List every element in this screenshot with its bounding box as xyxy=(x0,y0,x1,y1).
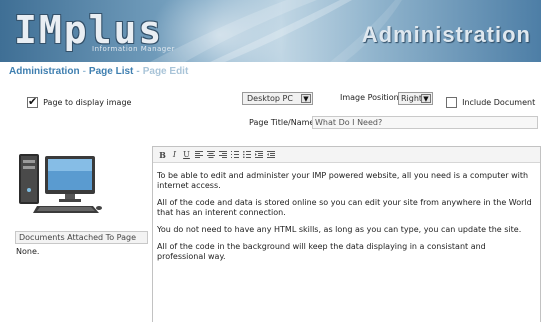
outdent-icon[interactable] xyxy=(266,150,275,160)
logo-subtitle: Information Manager xyxy=(92,45,175,53)
desktop-pc-image xyxy=(19,154,102,213)
rich-text-editor[interactable]: B I U To be able to edit and administer … xyxy=(152,146,541,322)
breadcrumb-separator: - xyxy=(136,66,140,77)
ordered-list-icon[interactable] xyxy=(230,150,239,160)
page-title-label: Page Title/Name: xyxy=(249,118,318,127)
unordered-list-icon[interactable] xyxy=(242,150,251,160)
breadcrumb: Administration - Page List - Page Edit xyxy=(9,66,188,77)
header-banner: IMplus Information Manager Administratio… xyxy=(0,0,541,62)
editor-paragraph: To be able to edit and administer your I… xyxy=(157,171,529,190)
editor-toolbar: B I U xyxy=(153,147,540,163)
indent-icon[interactable] xyxy=(254,150,263,160)
image-position-label: Image Position: xyxy=(340,93,402,102)
page-image-checkbox[interactable] xyxy=(27,95,38,108)
breadcrumb-administration[interactable]: Administration xyxy=(9,66,80,77)
page-title-input[interactable]: What Do I Need? xyxy=(312,116,538,129)
section-title: Administration xyxy=(361,22,531,47)
chevron-down-icon: ▼ xyxy=(421,94,431,103)
page-image-label: Page to display image xyxy=(43,98,132,107)
underline-icon[interactable]: U xyxy=(182,150,191,160)
breadcrumb-page-edit: Page Edit xyxy=(142,66,189,77)
editor-paragraph: You do not need to have any HTML skills,… xyxy=(157,225,522,234)
editor-paragraph: All of the code in the background will k… xyxy=(157,242,486,261)
documents-value: None. xyxy=(16,247,40,256)
image-position-value: Right xyxy=(401,94,423,103)
editor-paragraph: All of the code and data is stored onlin… xyxy=(157,198,532,217)
page-image-option: Page to display image xyxy=(27,92,131,111)
documents-header: Documents Attached To Page xyxy=(15,231,148,244)
chevron-down-icon: ▼ xyxy=(301,94,311,103)
align-center-icon[interactable] xyxy=(206,150,215,160)
breadcrumb-page-list[interactable]: Page List xyxy=(89,66,133,77)
align-left-icon[interactable] xyxy=(194,150,203,160)
editor-content[interactable]: To be able to edit and administer your I… xyxy=(153,163,540,262)
include-document-list-checkbox[interactable] xyxy=(446,97,457,108)
device-select-value: Desktop PC xyxy=(247,94,293,103)
device-select[interactable]: Desktop PC ▼ xyxy=(242,92,313,105)
italic-icon[interactable]: I xyxy=(170,150,179,160)
align-right-icon[interactable] xyxy=(218,150,227,160)
bold-icon[interactable]: B xyxy=(158,150,167,160)
breadcrumb-separator: - xyxy=(82,66,86,77)
image-position-select[interactable]: Right ▼ xyxy=(398,92,433,105)
